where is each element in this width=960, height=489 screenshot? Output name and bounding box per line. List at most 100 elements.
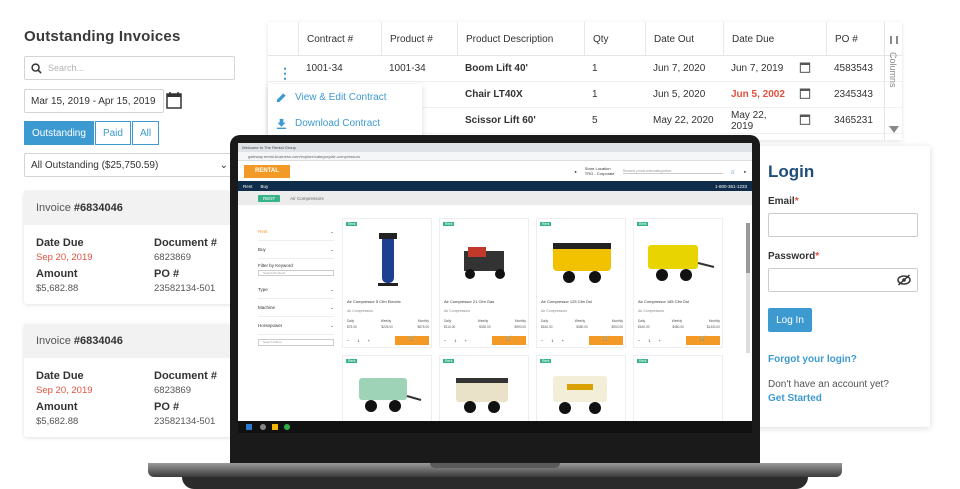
header-date-due[interactable]: Date Due: [723, 21, 826, 56]
download-contract-item[interactable]: Download Contract: [268, 110, 422, 136]
header-qty[interactable]: Qty: [584, 21, 645, 56]
add-to-cart-button[interactable]: 🛒: [395, 336, 429, 345]
invoice-search-input[interactable]: Search...: [24, 56, 235, 80]
calendar-icon[interactable]: [166, 91, 182, 109]
price-labels: Daily Weekly Monthly: [638, 319, 720, 323]
tab-all[interactable]: All: [131, 121, 160, 145]
product-card[interactable]: Rent Air Compressor 125 Cfm Dsl Air Comp…: [536, 218, 626, 348]
plus-icon[interactable]: +: [659, 338, 661, 343]
calendar-icon[interactable]: [799, 113, 826, 128]
quantity-stepper[interactable]: − 1 + 🛒: [444, 336, 526, 345]
header-product[interactable]: Product #: [381, 21, 457, 56]
tab-paid[interactable]: Paid: [94, 121, 131, 145]
product-card[interactable]: Rent Air Compressor 5 Cfm Electric Air C…: [342, 218, 432, 348]
quantity-stepper[interactable]: − 1 + 🛒: [541, 336, 623, 345]
password-field[interactable]: [768, 268, 918, 292]
login-button[interactable]: Log In: [768, 308, 812, 332]
product-card[interactable]: Rent Air Compressor 21 Cfm Gas Air Compr…: [439, 218, 529, 348]
cell-qty: 1: [592, 63, 598, 74]
password-label-text: Password: [768, 251, 816, 262]
product-card[interactable]: Rent: [633, 355, 723, 421]
daily-price: $110.00: [444, 325, 456, 329]
plus-icon[interactable]: +: [562, 338, 564, 343]
phone-number[interactable]: 1-800-361-1233: [715, 184, 747, 189]
invoice-card[interactable]: Invoice #6834046 Date Due Document # Sep…: [24, 324, 235, 437]
daily-label: Daily: [444, 319, 452, 323]
add-to-cart-button[interactable]: 🛒: [589, 336, 623, 345]
filter-buy[interactable]: Buy ⌄: [258, 241, 334, 259]
scrollbar-thumb[interactable]: [746, 223, 750, 273]
email-field[interactable]: [768, 213, 918, 237]
quantity-stepper[interactable]: − 1 + 🛒: [347, 336, 429, 345]
air-compressor-image: [553, 243, 611, 283]
product-category: Air Compressors: [444, 309, 471, 313]
minus-icon[interactable]: −: [638, 338, 640, 343]
po-value: 23582134-501: [154, 283, 216, 294]
date-range-input[interactable]: Mar 15, 2019 - Apr 15, 2019: [24, 89, 164, 113]
product-name[interactable]: Air Compressor 125 Cfm Dsl: [541, 299, 592, 304]
forgot-login-link[interactable]: Forgot your login?: [768, 354, 918, 365]
minus-icon[interactable]: −: [347, 338, 349, 343]
browser-icon[interactable]: [284, 424, 290, 430]
site-logo[interactable]: RENTAL: [244, 164, 290, 178]
row-menu-icon[interactable]: ⋮: [278, 65, 292, 82]
product-card[interactable]: Rent Air Compressor 185 Cfm Dsl Air Comp…: [633, 218, 723, 348]
plus-icon[interactable]: +: [368, 338, 370, 343]
monthly-label: Monthly: [514, 319, 526, 323]
nav-rent[interactable]: Rent: [243, 184, 253, 189]
columns-panel-toggle[interactable]: Columns: [884, 22, 902, 140]
filter-horsepower[interactable]: Horsepower ⌄: [258, 317, 334, 335]
page-scrollbar[interactable]: [746, 223, 750, 353]
header-date-out[interactable]: Date Out: [645, 21, 723, 56]
browser-tab[interactable]: Welcome to The Rental Group: [238, 143, 752, 152]
user-icon[interactable]: ●: [744, 169, 746, 174]
search-icon[interactable]: [260, 424, 266, 430]
add-to-cart-button[interactable]: 🛒: [686, 336, 720, 345]
filter-sidebar: Rent ⌄ Buy ⌄ Filter by Keyword Search Produ…: [258, 223, 334, 346]
keyword-search-input[interactable]: Search Products: [258, 270, 334, 276]
weekly-price: $480.00: [672, 325, 684, 329]
eye-slash-icon[interactable]: [897, 274, 911, 286]
product-name[interactable]: Air Compressor 5 Cfm Electric: [347, 299, 401, 304]
rent-tag: Rent: [540, 359, 552, 363]
daily-label: Daily: [541, 319, 549, 323]
header-description[interactable]: Product Description: [457, 21, 584, 56]
get-started-link[interactable]: Get Started: [768, 393, 918, 404]
invoice-card[interactable]: Invoice #6834046 Date Due Document # Sep…: [24, 191, 235, 304]
table-row[interactable]: 1001-34 1001-34 Boom Lift 40' 1 Jun 7, 2…: [268, 56, 902, 82]
calendar-icon[interactable]: [799, 61, 826, 76]
header-po[interactable]: PO #: [826, 21, 884, 56]
folder-icon[interactable]: [272, 424, 278, 430]
product-card[interactable]: Rent: [342, 355, 432, 421]
filter-icon[interactable]: [889, 126, 899, 133]
product-card[interactable]: Rent: [439, 355, 529, 421]
product-card[interactable]: Rent: [536, 355, 626, 421]
add-to-cart-button[interactable]: 🛒: [492, 336, 526, 345]
filter-type[interactable]: Type ⌄: [258, 281, 334, 299]
quantity-value: 1: [454, 338, 457, 343]
tab-outstanding[interactable]: Outstanding: [24, 121, 94, 145]
cart-icon[interactable]: 🛒: [731, 169, 736, 174]
calendar-icon[interactable]: [799, 87, 826, 102]
plus-icon[interactable]: +: [465, 338, 467, 343]
product-name[interactable]: Air Compressor 185 Cfm Dsl: [638, 299, 689, 304]
outstanding-filter-select[interactable]: All Outstanding ($25,750.59) ⌄: [24, 153, 235, 177]
filter-machine[interactable]: Machine ⌄: [258, 299, 334, 317]
site-nav: Rent Buy 1-800-361-1233: [238, 181, 752, 191]
site-search-input[interactable]: Search products/categories: [622, 168, 723, 174]
start-icon[interactable]: [246, 424, 252, 430]
site-header: RENTAL ● Store Location TRG - Corporate S…: [238, 161, 752, 181]
view-edit-contract-item[interactable]: View & Edit Contract: [268, 84, 422, 110]
filter-search-input[interactable]: Search Filters: [258, 339, 334, 346]
minus-icon[interactable]: −: [444, 338, 446, 343]
quantity-stepper[interactable]: − 1 + 🛒: [638, 336, 720, 345]
filter-rent[interactable]: Rent ⌄: [258, 223, 334, 241]
browser-url-bar[interactable]: gateway.rental-business.com/explore/cate…: [238, 152, 752, 161]
minus-icon[interactable]: −: [541, 338, 543, 343]
store-location[interactable]: Store Location TRG - Corporate: [585, 166, 615, 176]
location-icon: ●: [574, 168, 577, 174]
nav-buy[interactable]: Buy: [261, 184, 269, 189]
header-contract[interactable]: Contract #: [298, 21, 381, 56]
rent-pill[interactable]: RENT: [258, 194, 281, 202]
product-name[interactable]: Air Compressor 21 Cfm Gas: [444, 299, 494, 304]
